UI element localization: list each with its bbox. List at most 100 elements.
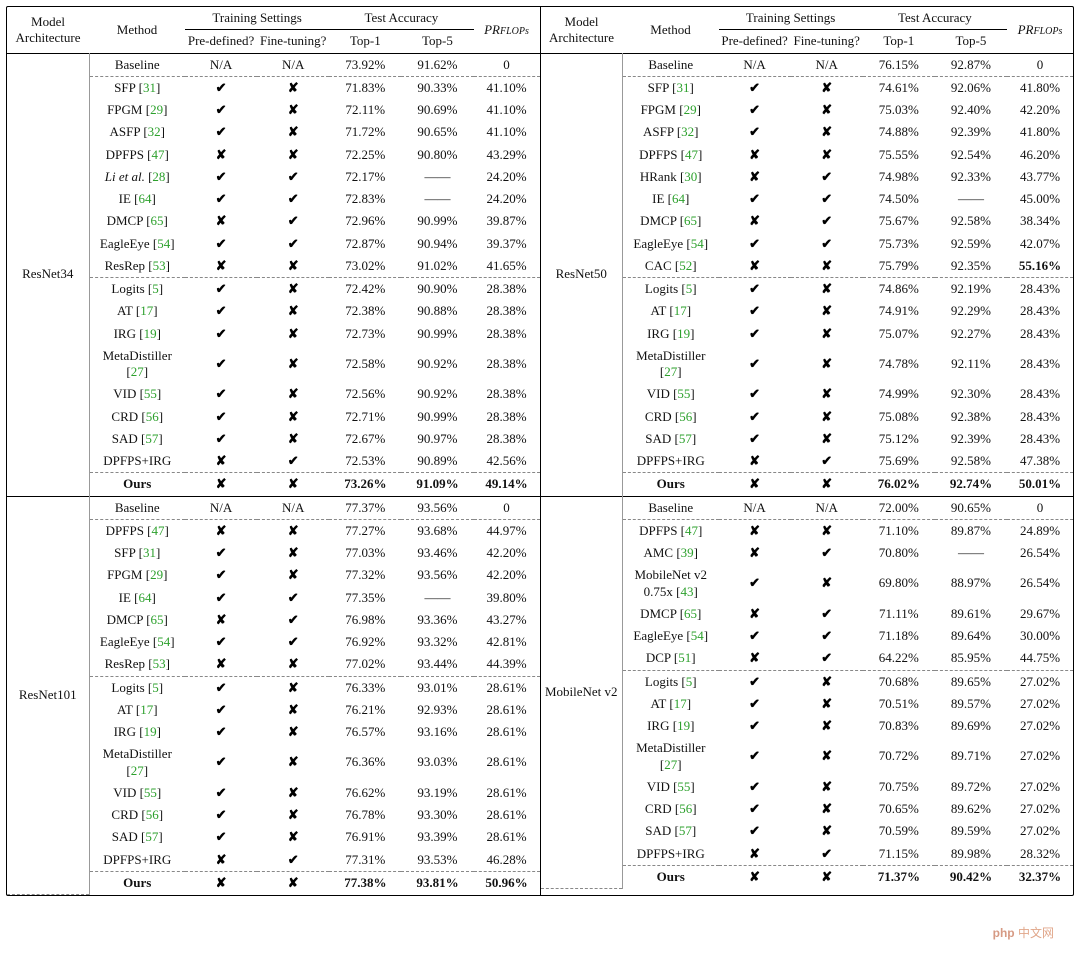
cell-finetune: ✘ — [791, 519, 863, 542]
cell-prflops: 24.89% — [1007, 519, 1073, 542]
cell-top1: 76.62% — [329, 782, 401, 804]
cell-top1: 76.02% — [863, 473, 935, 496]
cell-prflops: 32.37% — [1007, 865, 1073, 888]
cell-finetune: ✔ — [791, 188, 863, 210]
cell-predefined: ✘ — [719, 603, 791, 625]
cell-top5: 90.99% — [401, 323, 473, 345]
cell-top5: 90.99% — [401, 210, 473, 232]
cell-method: VID [55] — [89, 782, 185, 804]
cell-top5: 92.58% — [935, 450, 1007, 473]
cell-top1: 77.35% — [329, 587, 401, 609]
cell-top1: 72.73% — [329, 323, 401, 345]
cell-top1: 72.83% — [329, 188, 401, 210]
cell-predefined: ✔ — [185, 564, 257, 586]
cell-top1: 75.12% — [863, 428, 935, 450]
cell-method: Baseline — [623, 496, 719, 519]
cell-finetune: ✘ — [791, 278, 863, 301]
cell-predefined: ✘ — [719, 542, 791, 564]
cell-predefined: ✔ — [185, 383, 257, 405]
cell-method: SAD [57] — [623, 820, 719, 842]
cell-predefined: ✘ — [185, 210, 257, 232]
col-testacc: Test Accuracy — [329, 7, 473, 30]
cell-top5: 89.87% — [935, 519, 1007, 542]
cell-finetune: ✘ — [791, 693, 863, 715]
cell-top1: 77.03% — [329, 542, 401, 564]
cell-method: CRD [56] — [623, 406, 719, 428]
col-prflops: PRFLOPs — [1007, 7, 1073, 53]
cell-method: SAD [57] — [623, 428, 719, 450]
cell-method: DMCP [65] — [623, 210, 719, 232]
cell-top5: 89.72% — [935, 776, 1007, 798]
cell-predefined: ✔ — [719, 300, 791, 322]
cell-top5: 92.30% — [935, 383, 1007, 405]
col-top1: Top-1 — [863, 30, 935, 53]
cell-prflops: 43.77% — [1007, 166, 1073, 188]
cell-prflops: 28.38% — [474, 278, 540, 301]
cell-top1: 77.31% — [329, 849, 401, 872]
cell-top1: 74.99% — [863, 383, 935, 405]
cell-top1: 74.98% — [863, 166, 935, 188]
cell-method: Baseline — [623, 53, 719, 76]
col-training: Training Settings — [719, 7, 863, 30]
cell-method: FPGM [29] — [89, 99, 185, 121]
cell-finetune: ✔ — [257, 210, 329, 232]
cell-prflops: 41.80% — [1007, 121, 1073, 143]
cell-prflops: 28.61% — [474, 782, 540, 804]
cell-method: HRank [30] — [623, 166, 719, 188]
cell-finetune: ✘ — [791, 406, 863, 428]
col-prflops: PRFLOPs — [474, 7, 540, 53]
cell-finetune: ✔ — [257, 849, 329, 872]
cell-top1: 69.80% — [863, 564, 935, 603]
cell-predefined: ✔ — [185, 699, 257, 721]
cell-finetune: ✘ — [257, 653, 329, 676]
cell-prflops: 30.00% — [1007, 625, 1073, 647]
cell-predefined: ✔ — [719, 99, 791, 121]
cell-top5: 89.98% — [935, 843, 1007, 866]
cell-prflops: 38.34% — [1007, 210, 1073, 232]
cell-top5: 90.92% — [401, 383, 473, 405]
cell-top1: 77.38% — [329, 871, 401, 894]
cell-predefined: ✔ — [719, 233, 791, 255]
cell-prflops: 24.20% — [474, 188, 540, 210]
cell-predefined: ✘ — [185, 144, 257, 166]
cell-top1: 72.42% — [329, 278, 401, 301]
cell-top1: 70.65% — [863, 798, 935, 820]
cell-method: Ours — [623, 865, 719, 888]
cell-predefined: ✔ — [185, 121, 257, 143]
cell-finetune: ✘ — [257, 345, 329, 384]
cell-prflops: 28.43% — [1007, 278, 1073, 301]
cell-top5: 93.32% — [401, 631, 473, 653]
cell-prflops: 29.67% — [1007, 603, 1073, 625]
cell-finetune: ✘ — [257, 278, 329, 301]
cell-top5: 91.02% — [401, 255, 473, 278]
cell-method: IRG [19] — [89, 721, 185, 743]
cell-finetune: ✔ — [257, 609, 329, 631]
cell-prflops: 28.43% — [1007, 428, 1073, 450]
cell-finetune: ✔ — [791, 647, 863, 670]
cell-method: DMCP [65] — [623, 603, 719, 625]
cell-prflops: 41.10% — [474, 76, 540, 99]
cell-predefined: ✔ — [719, 278, 791, 301]
cell-method: DPFPS [47] — [89, 144, 185, 166]
cell-finetune: N/A — [257, 53, 329, 76]
cell-predefined: N/A — [719, 53, 791, 76]
cell-top5: 90.90% — [401, 278, 473, 301]
cell-top5: 92.29% — [935, 300, 1007, 322]
col-finetune: Fine-tuning? — [257, 30, 329, 53]
cell-prflops: 28.38% — [474, 383, 540, 405]
cell-predefined: ✔ — [185, 76, 257, 99]
cell-top1: 75.07% — [863, 323, 935, 345]
cell-finetune: ✘ — [791, 345, 863, 384]
cell-top5: 93.44% — [401, 653, 473, 676]
cell-top5: 92.19% — [935, 278, 1007, 301]
cell-prflops: 44.75% — [1007, 647, 1073, 670]
cell-top1: 76.78% — [329, 804, 401, 826]
col-arch: ModelArchitecture — [7, 7, 89, 53]
cell-top5: 89.59% — [935, 820, 1007, 842]
cell-prflops: 39.87% — [474, 210, 540, 232]
cell-method: CRD [56] — [623, 798, 719, 820]
cell-top1: 74.78% — [863, 345, 935, 384]
cell-predefined: ✔ — [719, 798, 791, 820]
cell-method: Logits [5] — [89, 278, 185, 301]
cell-method: EagleEye [54] — [89, 631, 185, 653]
